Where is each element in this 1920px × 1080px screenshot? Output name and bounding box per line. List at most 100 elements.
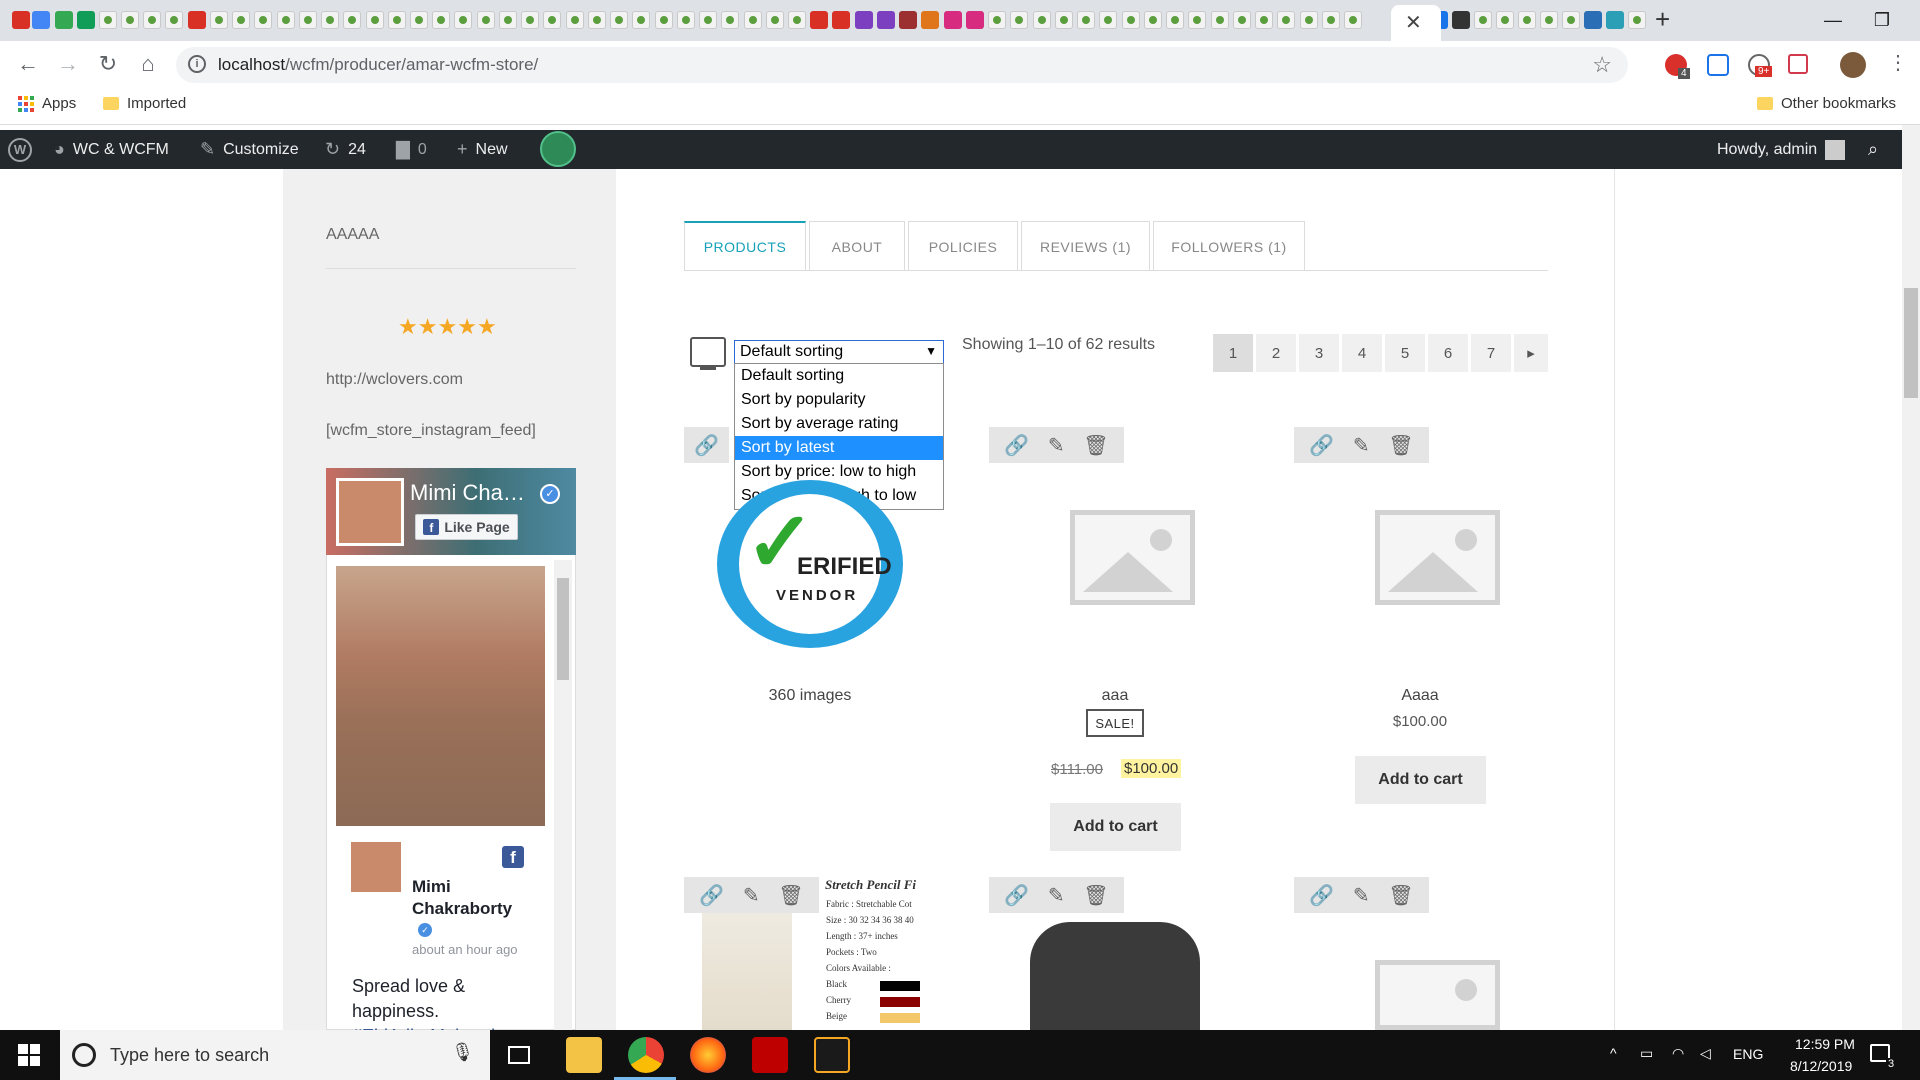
volume-icon[interactable]: ◁ (1700, 1045, 1711, 1062)
tab-favicon[interactable] (1606, 11, 1624, 29)
tab-favicon[interactable] (1300, 11, 1318, 29)
file-explorer-icon[interactable] (566, 1037, 602, 1073)
page-3[interactable]: 3 (1299, 334, 1339, 372)
edit-icon[interactable]: ✎ (743, 883, 760, 908)
tab-favicon[interactable] (877, 11, 895, 29)
tab-favicon[interactable] (1518, 11, 1536, 29)
edit-icon[interactable]: ✎ (1048, 433, 1065, 458)
battery-icon[interactable]: ▭ (1640, 1045, 1653, 1062)
profile-avatar[interactable] (1840, 52, 1866, 78)
page-4[interactable]: 4 (1342, 334, 1382, 372)
tray-chevron-icon[interactable]: ^ (1610, 1045, 1617, 1061)
page-1[interactable]: 1 (1213, 334, 1253, 372)
tab-favicon[interactable] (521, 11, 539, 29)
site-name-link[interactable]: ◕ WC & WCFM (54, 130, 169, 169)
edit-icon[interactable]: ✎ (1353, 883, 1370, 908)
tab-favicon[interactable] (1099, 11, 1117, 29)
fb-page-name[interactable]: Mimi Cha… (410, 480, 525, 506)
tab-favicon[interactable] (721, 11, 739, 29)
updates-link[interactable]: ↻ 24 (325, 130, 366, 169)
reload-icon[interactable]: ↻ (94, 50, 122, 78)
tab-favicon[interactable] (1628, 11, 1646, 29)
tab-favicon[interactable] (321, 11, 339, 29)
back-icon[interactable]: ← (14, 50, 42, 78)
fb-post-time[interactable]: about an hour ago (412, 942, 518, 957)
page-7[interactable]: 7 (1471, 334, 1511, 372)
filezilla-taskbar-icon[interactable] (752, 1037, 788, 1073)
tab-favicon[interactable] (677, 11, 695, 29)
clock-time[interactable]: 12:59 PM (1795, 1036, 1855, 1052)
add-to-cart-button-3[interactable]: Add to cart (1355, 756, 1486, 804)
bookmark-star-icon[interactable]: ☆ (1592, 52, 1612, 78)
other-bookmarks[interactable]: Other bookmarks (1757, 95, 1896, 112)
tab-about[interactable]: ABOUT (809, 221, 905, 271)
tab-favicon[interactable] (343, 11, 361, 29)
tab-favicon[interactable] (543, 11, 561, 29)
tab-favicon[interactable] (899, 11, 917, 29)
tab-products[interactable]: PRODUCTS (684, 221, 806, 271)
tab-favicon[interactable] (12, 11, 30, 29)
tab-favicon[interactable] (1211, 11, 1229, 29)
tab-policies[interactable]: POLICIES (908, 221, 1018, 271)
tab-followers[interactable]: FOLLOWERS (1) (1153, 221, 1305, 271)
tab-favicon[interactable] (410, 11, 428, 29)
new-tab-button[interactable]: + (1655, 4, 1670, 35)
page-scrollbar[interactable] (1902, 125, 1920, 1030)
tab-favicon[interactable] (744, 11, 762, 29)
firefox-taskbar-icon[interactable] (690, 1037, 726, 1073)
customize-link[interactable]: ✎ Customize (200, 130, 299, 169)
bookmark-imported[interactable]: Imported (103, 95, 186, 112)
pocket-extension-icon[interactable] (1788, 54, 1808, 74)
sort-option-default[interactable]: Default sorting (735, 364, 943, 388)
new-content-link[interactable]: + New (457, 130, 508, 169)
tab-favicon[interactable] (1122, 11, 1140, 29)
tab-favicon[interactable] (99, 11, 117, 29)
chrome-menu-icon[interactable]: ⋮ (1888, 50, 1908, 75)
page-5[interactable]: 5 (1385, 334, 1425, 372)
tab-favicon[interactable] (1233, 11, 1251, 29)
tab-favicon[interactable] (1166, 11, 1184, 29)
product-placeholder-2[interactable] (1070, 510, 1195, 605)
link-icon[interactable]: 🔗 (1004, 883, 1029, 908)
tab-favicon[interactable] (1077, 11, 1095, 29)
product-name-2[interactable]: aaa (1005, 687, 1225, 705)
fb-page-avatar[interactable] (336, 478, 404, 546)
tab-favicon[interactable] (1188, 11, 1206, 29)
link-icon[interactable]: 🔗 (699, 883, 724, 908)
link-icon[interactable]: 🔗 (1004, 433, 1029, 458)
tab-favicon[interactable] (655, 11, 673, 29)
tab-favicon[interactable] (499, 11, 517, 29)
howdy-admin[interactable]: Howdy, admin (1717, 130, 1846, 169)
tab-favicon[interactable] (1540, 11, 1558, 29)
tab-favicon[interactable] (388, 11, 406, 29)
tab-favicon[interactable] (188, 11, 206, 29)
tab-favicon[interactable] (366, 11, 384, 29)
windows-start-icon[interactable] (18, 1044, 40, 1066)
trash-icon[interactable]: 🗑 (1083, 883, 1108, 908)
trash-icon[interactable]: 🗑 (1388, 883, 1413, 908)
task-view-icon[interactable] (508, 1046, 530, 1064)
taskbar-search[interactable]: Type here to search 🎙 (60, 1030, 490, 1080)
tab-favicon[interactable] (254, 11, 272, 29)
tab-favicon[interactable] (1344, 11, 1362, 29)
link-icon[interactable]: 🔗 (1309, 433, 1334, 458)
store-website[interactable]: http://wclovers.com (326, 371, 463, 389)
tab-favicon[interactable] (610, 11, 628, 29)
tab-reviews[interactable]: REVIEWS (1) (1021, 221, 1150, 271)
next-page-icon[interactable]: ▸ (1514, 334, 1548, 372)
tab-favicon[interactable] (1277, 11, 1295, 29)
url-text[interactable]: localhost/wcfm/producer/amar-wcfm-store/ (218, 55, 538, 75)
minimize-button[interactable]: — (1803, 0, 1863, 41)
tab-favicon[interactable] (855, 11, 873, 29)
edit-icon[interactable]: ✎ (1048, 883, 1065, 908)
clock-date[interactable]: 8/12/2019 (1790, 1058, 1852, 1074)
tab-favicon[interactable] (32, 11, 50, 29)
tab-favicon[interactable] (1033, 11, 1051, 29)
tab-favicon[interactable] (121, 11, 139, 29)
maximize-button[interactable]: ❐ (1862, 0, 1902, 41)
tab-favicon[interactable] (454, 11, 472, 29)
trash-icon[interactable]: 🗑 (1083, 433, 1108, 458)
product-name-1[interactable]: 360 images (700, 687, 920, 705)
tab-favicon[interactable] (165, 11, 183, 29)
store-manager-icon[interactable] (690, 337, 726, 367)
